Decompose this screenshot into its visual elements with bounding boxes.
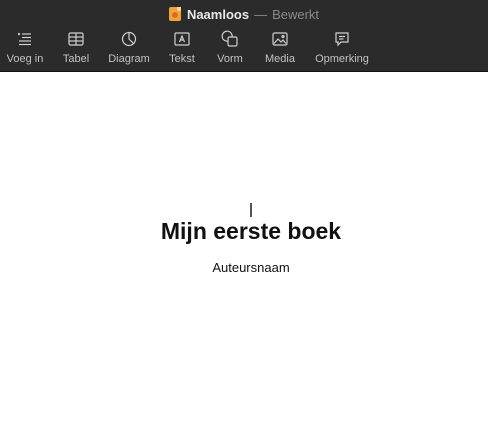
document-title[interactable]: Naamloos: [187, 7, 249, 22]
table-icon: [68, 32, 84, 46]
media-button[interactable]: Media: [263, 28, 297, 72]
shape-button-label: Vorm: [217, 53, 243, 65]
insert-button-label: Voeg in: [6, 53, 44, 65]
pages-window: Naamloos — Bewerkt Voeg in Tabel Diagram…: [0, 0, 488, 440]
text-box-icon: [174, 32, 190, 46]
document-edited-status: Bewerkt: [272, 6, 320, 22]
title-bar: Naamloos — Bewerkt: [0, 0, 488, 28]
shape-button[interactable]: Vorm: [214, 28, 246, 72]
document-canvas[interactable]: Mijn eerste boek Auteursnaam: [0, 73, 488, 440]
comment-button-label: Opmerking: [315, 53, 369, 65]
chart-button[interactable]: Diagram: [106, 28, 152, 72]
pages-document-icon: [168, 7, 181, 21]
author-name[interactable]: Auteursnaam: [0, 260, 488, 275]
text-button[interactable]: Tekst: [166, 28, 198, 72]
table-button-label: Tabel: [62, 53, 90, 65]
insert-icon: [17, 32, 31, 46]
text-button-label: Tekst: [169, 53, 195, 65]
media-icon: [272, 32, 288, 46]
shape-icon: [221, 30, 238, 47]
table-button[interactable]: Tabel: [60, 28, 92, 72]
comment-icon: [335, 32, 349, 47]
comment-button[interactable]: Opmerking: [312, 28, 372, 72]
insert-button[interactable]: Voeg in: [5, 28, 45, 72]
chart-icon: [121, 31, 137, 47]
book-title[interactable]: Mijn eerste boek: [0, 218, 488, 245]
toolbar: Voeg in Tabel Diagram Tekst Vorm Media O…: [0, 28, 488, 72]
title-separator: —: [254, 6, 268, 22]
media-button-label: Media: [265, 53, 295, 65]
chart-button-label: Diagram: [108, 53, 150, 65]
window-chrome: Naamloos — Bewerkt Voeg in Tabel Diagram…: [0, 0, 488, 72]
text-cursor: [250, 203, 252, 217]
